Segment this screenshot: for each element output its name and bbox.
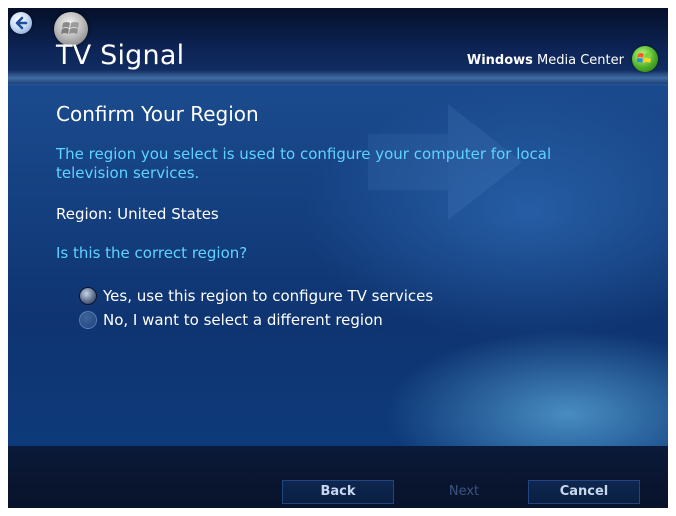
media-center-logo-icon	[632, 46, 658, 72]
content-panel	[8, 84, 668, 446]
brand-bold-text: Windows	[466, 53, 533, 68]
media-center-window: TV Signal Windows Media Center Confirm Y…	[8, 8, 668, 508]
page-title: TV Signal	[56, 40, 185, 71]
radio-option-no[interactable]: No, I want to select a different region	[79, 310, 383, 330]
radio-option-label: No, I want to select a different region	[103, 311, 383, 329]
section-heading: Confirm Your Region	[56, 102, 259, 126]
back-button[interactable]: Back	[282, 480, 394, 504]
radio-unselected-icon[interactable]	[79, 311, 97, 329]
brand-text: Windows Media Center	[467, 53, 624, 68]
next-button[interactable]: Next	[408, 480, 520, 504]
back-arrow-icon[interactable]	[10, 12, 32, 34]
description-text: The region you select is used to configu…	[56, 145, 552, 182]
brand-rest-text: Media Center	[532, 53, 624, 68]
header-glow	[8, 70, 668, 86]
region-text: Region: United States	[56, 205, 219, 223]
radio-option-yes[interactable]: Yes, use this region to configure TV ser…	[79, 286, 433, 306]
cancel-button[interactable]: Cancel	[528, 480, 640, 504]
radio-selected-icon[interactable]	[79, 287, 97, 305]
question-text: Is this the correct region?	[56, 244, 248, 262]
radio-option-label: Yes, use this region to configure TV ser…	[103, 287, 434, 305]
